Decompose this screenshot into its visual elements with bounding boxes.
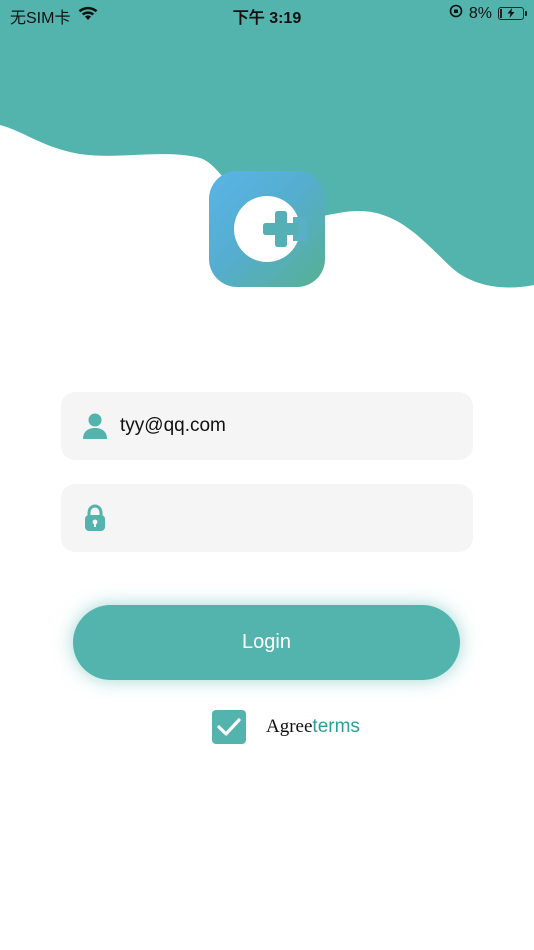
user-icon [81, 412, 109, 440]
password-field[interactable] [61, 484, 473, 552]
terms-link[interactable]: terms [312, 716, 360, 738]
lock-icon [81, 504, 109, 532]
checkmark-icon [217, 718, 241, 736]
agree-checkbox[interactable] [212, 710, 246, 744]
password-input[interactable] [120, 498, 454, 540]
battery-percent: 8% [468, 4, 492, 22]
login-button[interactable]: Login [73, 605, 460, 680]
agree-label: Agree [266, 716, 313, 737]
medical-cross-logo-icon [234, 196, 307, 262]
status-right: 8% [449, 4, 527, 23]
battery-charging-icon [498, 7, 527, 20]
agree-terms-row: Agree terms [212, 710, 360, 744]
email-value: tyy@qq.com [120, 415, 226, 436]
battery-level [500, 9, 502, 18]
email-field[interactable]: tyy@qq.com [61, 392, 473, 460]
orientation-lock-icon [449, 4, 463, 23]
status-bar: 无SIM卡 下午 3:19 8% [0, 0, 534, 28]
login-screen: 无SIM卡 下午 3:19 8% tyy@qq.com Login Agree … [0, 0, 534, 950]
app-logo [209, 171, 325, 287]
